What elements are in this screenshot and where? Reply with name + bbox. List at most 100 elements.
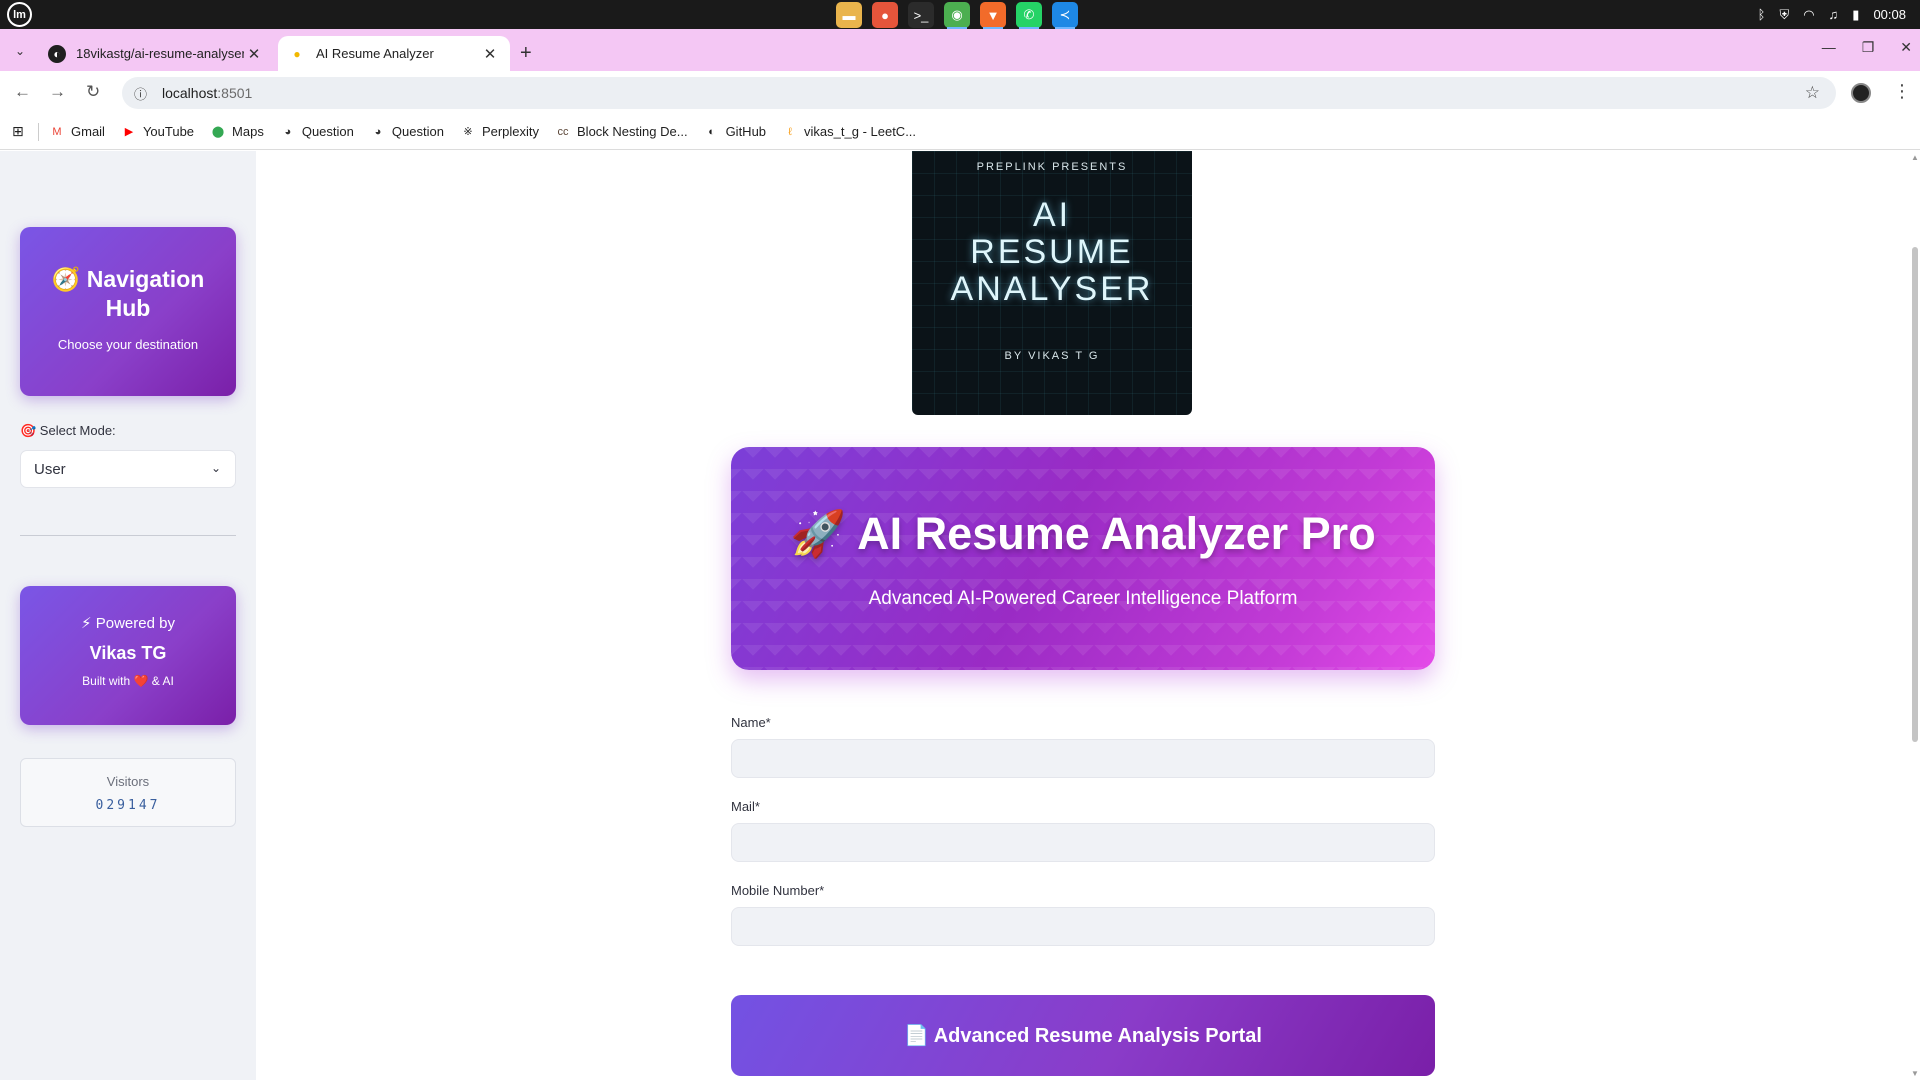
shield-icon[interactable]: ⛨ <box>1779 7 1789 23</box>
powered-by-text: ⚡ Powered by <box>81 615 175 632</box>
author-name: Vikas TG <box>89 643 167 663</box>
window-controls: — ❐ ✕ <box>1822 39 1912 56</box>
profile-avatar[interactable] <box>1851 83 1871 103</box>
tab-github[interactable]: ◐ 18vikastg/ai-resume-analyser ✕ <box>38 36 274 71</box>
music-icon[interactable]: ♫ <box>1829 7 1839 22</box>
hero-subtitle: Advanced AI-Powered Career Intelligence … <box>868 588 1298 609</box>
address-bar[interactable]: ⓘ localhost:8501 ☆ <box>122 77 1836 109</box>
scroll-up-icon[interactable]: ▲ <box>1911 153 1919 162</box>
reload-icon[interactable]: ↻ <box>86 82 100 102</box>
globe-icon: ◕ <box>374 125 382 138</box>
browser-tab-strip: ⌄ ◐ 18vikastg/ai-resume-analyser ✕ ● AI … <box>0 29 1920 71</box>
cover-presents-text: PREPLINK PRESENTS <box>976 161 1128 173</box>
clock[interactable]: 00:08 <box>1873 7 1906 22</box>
forward-arrow-icon[interactable]: → <box>49 82 66 102</box>
bookmark-item[interactable]: cc Block Nesting De... <box>555 124 688 140</box>
name-field[interactable] <box>731 739 1435 778</box>
resume-analysis-portal-button[interactable]: 📄 Advanced Resume Analysis Portal <box>731 995 1435 1076</box>
tab-title: AI Resume Analyzer <box>316 46 434 61</box>
bookmark-label: Maps <box>232 124 264 139</box>
apps-grid-icon[interactable]: ⊞ <box>12 123 28 140</box>
wifi-icon[interactable]: ◠ <box>1803 7 1814 23</box>
name-label: Name* <box>731 715 771 730</box>
bookmark-label: Perplexity <box>481 124 540 139</box>
bookmark-item[interactable]: M Gmail <box>49 124 105 140</box>
navigation-hub-card: 🧭 Navigation Hub Choose your destination <box>20 227 236 396</box>
whatsapp-icon[interactable]: ✆ <box>1016 2 1042 29</box>
back-arrow-icon[interactable]: ← <box>14 82 31 102</box>
new-tab-plus-icon[interactable]: + <box>520 42 532 65</box>
github-icon: ◐ <box>708 125 715 138</box>
cover-title: AI RESUME ANALYSER <box>950 196 1154 308</box>
brave-icon[interactable]: ▼ <box>980 2 1006 29</box>
cover-byline: BY VIKAS T G <box>1004 350 1100 362</box>
bookmark-item[interactable]: ▶ YouTube <box>121 124 194 140</box>
bookmark-item[interactable]: ℓ vikas_t_g - LeetC... <box>782 124 916 140</box>
bluetooth-icon[interactable]: ᛒ <box>1758 7 1766 22</box>
leetcode-icon: ℓ <box>788 125 792 138</box>
url-port: :8501 <box>217 85 253 101</box>
tab-search-chevron-icon[interactable]: ⌄ <box>8 39 32 63</box>
maps-icon: ⬤ <box>211 126 225 138</box>
youtube-icon: ▶ <box>124 126 134 138</box>
url-host: localhost <box>162 85 218 101</box>
mode-select[interactable]: User ⌄ <box>20 450 236 488</box>
chrome-icon[interactable]: ◉ <box>944 2 970 29</box>
app-red-icon[interactable]: ● <box>872 2 898 28</box>
bookmarks-divider <box>38 122 39 141</box>
close-icon[interactable]: ✕ <box>244 45 264 63</box>
github-icon: ◐ <box>48 44 66 63</box>
close-window-icon[interactable]: ✕ <box>1900 39 1912 56</box>
battery-icon[interactable]: ▮ <box>1852 7 1859 23</box>
bookmark-item[interactable]: ⬤ Maps <box>210 124 264 140</box>
bookmark-item[interactable]: ◕ Question <box>280 124 354 140</box>
site-info-icon[interactable]: ⓘ <box>134 84 152 103</box>
mail-label: Mail* <box>731 799 760 814</box>
scroll-down-icon[interactable]: ▼ <box>1911 1069 1919 1078</box>
vscode-icon[interactable]: ≺ <box>1052 2 1078 29</box>
bookmark-label: Gmail <box>71 124 105 139</box>
os-menu-logo-icon[interactable]: lm <box>7 2 32 27</box>
sidebar-divider <box>20 535 236 536</box>
taskbar-apps: ▬ ● >_ ◉ ▼ ✆ ≺ <box>836 2 1078 29</box>
tab-title: 18vikastg/ai-resume-analyser <box>76 46 244 61</box>
location-pin-icon: ● <box>293 46 301 61</box>
navigation-hub-title: 🧭 Navigation Hub <box>51 266 205 321</box>
system-tray: ᛒ ⛨ ◠ ♫ ▮ 00:08 <box>1758 0 1906 29</box>
select-mode-label: 🎯 Select Mode: <box>20 423 116 438</box>
bookmark-label: Block Nesting De... <box>577 124 688 139</box>
bookmark-label: YouTube <box>142 124 195 139</box>
mobile-number-field[interactable] <box>731 907 1435 946</box>
scrollbar-thumb[interactable] <box>1912 247 1918 742</box>
hero-banner: 🚀 AI Resume Analyzer Pro Advanced AI-Pow… <box>731 447 1435 670</box>
tab-ai-resume-analyzer[interactable]: ● AI Resume Analyzer ✕ <box>278 36 510 71</box>
page-scrollbar[interactable]: ▲ ▼ <box>1910 151 1920 1080</box>
bookmark-item[interactable]: ◐ GitHub <box>704 124 766 140</box>
minimize-icon[interactable]: — <box>1822 39 1836 56</box>
bookmark-item[interactable]: ◕ Question <box>370 124 444 140</box>
bookmark-item[interactable]: ※ Perplexity <box>460 124 539 140</box>
globe-icon: ◕ <box>284 125 292 138</box>
mode-select-value: User <box>34 460 66 478</box>
mobile-number-label: Mobile Number* <box>731 883 825 898</box>
bookmarks-bar: ⊞ M Gmail ▶ YouTube ⬤ Maps ◕ Question ◕ Question ※… <box>0 114 1920 150</box>
cover-image: PREPLINK PRESENTS AI RESUME ANALYSER BY … <box>912 151 1192 415</box>
restore-icon[interactable]: ❐ <box>1862 39 1875 56</box>
bookmark-label: vikas_t_g - LeetC... <box>804 124 917 139</box>
folder-icon[interactable]: ▬ <box>836 2 862 28</box>
mail-field[interactable] <box>731 823 1435 862</box>
sidebar: 🧭 Navigation Hub Choose your destination … <box>0 151 256 1080</box>
main-content: PREPLINK PRESENTS AI RESUME ANALYSER BY … <box>256 151 1920 1080</box>
visitors-count: 029147 <box>95 798 161 813</box>
bookmark-star-icon[interactable]: ☆ <box>1805 83 1820 103</box>
codechef-icon: cc <box>557 125 569 138</box>
terminal-icon[interactable]: >_ <box>908 2 934 28</box>
close-icon[interactable]: ✕ <box>480 45 500 63</box>
bookmark-label: Question <box>301 124 354 139</box>
browser-menu-icon[interactable]: ⋮ <box>1893 81 1911 102</box>
built-with-text: Built with ❤️ & AI <box>82 674 174 688</box>
streamlit-page: 🧭 Navigation Hub Choose your destination … <box>0 151 1920 1080</box>
visitors-label: Visitors <box>106 774 150 789</box>
perplexity-icon: ※ <box>463 126 473 138</box>
gmail-icon: M <box>52 125 62 138</box>
